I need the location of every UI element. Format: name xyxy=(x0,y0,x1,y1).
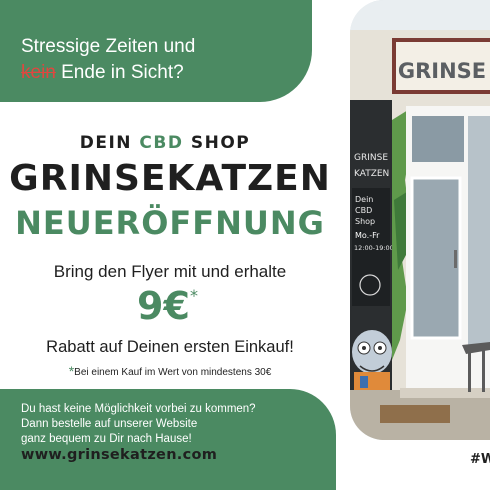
discount-price: 9€* xyxy=(0,284,335,328)
board-line3: Shop xyxy=(355,217,375,226)
brand-title: GRINSEKATZEN xyxy=(9,158,331,199)
footnote-text: Bei einem Kauf im Wert von mindestens 30… xyxy=(74,367,272,378)
price-asterisk: * xyxy=(189,286,198,305)
price-value: 9€ xyxy=(137,284,190,328)
board-line1: Dein xyxy=(355,195,373,204)
offer-intro: Bring den Flyer mit und erhalte xyxy=(53,262,287,281)
kicker-cbd: CBD xyxy=(139,133,184,153)
footnote-asterisk: * xyxy=(68,363,75,379)
storefront-photo: GRINSE GRINSE KATZEN Dein CBD Shop Mo.-F… xyxy=(350,0,490,440)
side-sign-1: GRINSE xyxy=(354,153,388,163)
struck-word: kein xyxy=(21,62,56,83)
hashtag: #W xyxy=(470,452,490,467)
tagline-line2-rest: Ende in Sicht? xyxy=(55,62,184,83)
shop-kicker: DEIN CBD SHOP xyxy=(0,133,330,153)
tagline-line1: Stressige Zeiten und xyxy=(21,36,196,57)
tagline-line2: kein Ende in Sicht? xyxy=(21,62,184,84)
side-sign-2: KATZEN xyxy=(354,169,389,179)
board-line2: CBD xyxy=(355,206,372,215)
offer-footnote: *Bei einem Kauf im Wert von mindestens 3… xyxy=(0,362,340,379)
opening-title: NEUERÖFFNUNG xyxy=(15,204,325,242)
online-line2: Dann bestelle auf unserer Website xyxy=(21,418,198,430)
board-line5: 12:00-19:00 xyxy=(354,244,394,252)
online-line1: Du hast keine Möglichkeit vorbei zu komm… xyxy=(21,403,256,415)
website-link[interactable]: www.grinsekatzen.com xyxy=(21,447,217,463)
kicker-dein: DEIN xyxy=(79,133,140,153)
storefront-illustration: GRINSE GRINSE KATZEN Dein CBD Shop Mo.-F… xyxy=(350,0,490,440)
kicker-shop: SHOP xyxy=(183,133,251,153)
board-line4: Mo.-Fr xyxy=(355,231,380,240)
online-line3: ganz bequem zu Dir nach Hause! xyxy=(21,433,192,445)
offer-description: Rabatt auf Deinen ersten Einkauf! xyxy=(46,338,294,356)
sign-text: GRINSE xyxy=(398,59,486,83)
